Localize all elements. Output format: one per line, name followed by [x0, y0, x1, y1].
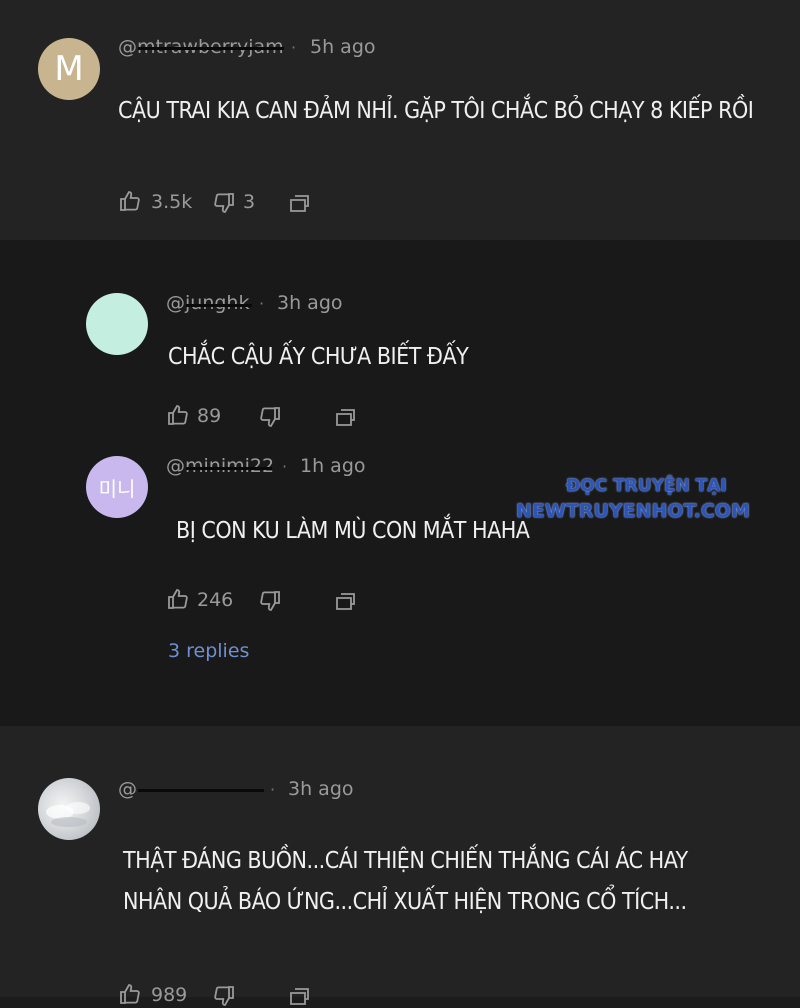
thumbs-up-icon[interactable] — [166, 587, 190, 611]
separator-dot: · — [291, 38, 297, 57]
comment-timestamp: 5h ago — [310, 36, 376, 58]
comment-author-handle[interactable]: @ — [118, 778, 137, 800]
view-replies-link[interactable]: 3 replies — [168, 640, 249, 662]
like-count: 3.5k — [151, 191, 193, 213]
thumbs-up-icon[interactable] — [118, 982, 142, 1006]
separator-dot: · — [270, 780, 276, 799]
reply-text: BỊ CON KU LÀM MÙ CON MẮT HAHA — [176, 518, 530, 544]
comment-timestamp: 3h ago — [288, 778, 354, 800]
reply-icon[interactable] — [334, 405, 358, 429]
thumbs-down-icon[interactable] — [212, 191, 236, 215]
thumbs-down-icon[interactable] — [258, 405, 282, 429]
watermark-line-2: NEWTRUYENHOT.COM — [516, 500, 750, 522]
dislike-count: 3 — [243, 191, 256, 213]
avatar[interactable] — [86, 293, 148, 355]
reply-icon[interactable] — [288, 984, 312, 1008]
avatar[interactable]: M — [38, 38, 100, 100]
thumbs-up-icon[interactable] — [166, 403, 190, 427]
reply-icon[interactable] — [334, 589, 358, 613]
like-count: 89 — [197, 405, 222, 427]
like-count: 989 — [151, 984, 188, 1006]
comment-text: CẬU TRAI KIA CAN ĐẢM NHỈ. GẶP TÔI CHẮC B… — [118, 98, 754, 124]
cloud-icon — [46, 802, 90, 827]
avatar-letter: 미니 — [98, 476, 136, 501]
separator-dot: · — [259, 294, 265, 313]
handle-redaction — [138, 789, 264, 792]
handle-redaction — [186, 304, 252, 307]
reply-author-handle[interactable]: @junghk — [166, 292, 249, 314]
avatar-letter: M — [54, 49, 84, 89]
thumbs-down-icon[interactable] — [258, 589, 282, 613]
thumbs-up-icon[interactable] — [118, 189, 142, 213]
avatar[interactable] — [38, 778, 100, 840]
reply-timestamp: 3h ago — [277, 292, 343, 314]
reply-icon[interactable] — [288, 191, 312, 215]
reply-text: CHẮC CẬU ẤY CHƯA BIẾT ĐẤY — [168, 344, 469, 370]
handle-redaction — [186, 467, 272, 470]
watermark-line-1: ĐỌC TRUYỆN TẠI — [566, 476, 727, 496]
comment-text-line-2: NHÂN QUẢ BÁO ỨNG...CHỈ XUẤT HIỆN TRONG C… — [123, 889, 687, 915]
thumbs-down-icon[interactable] — [212, 984, 236, 1008]
comment-text-line-1: THẬT ĐÁNG BUỒN...CÁI THIỆN CHIẾN THẮNG C… — [123, 848, 688, 874]
reply-author-handle[interactable]: @minimi22 — [166, 455, 274, 477]
handle-redaction — [138, 47, 284, 50]
reply-timestamp: 1h ago — [300, 455, 366, 477]
like-count: 246 — [197, 589, 234, 611]
avatar[interactable]: 미니 — [86, 456, 148, 518]
separator-dot: · — [282, 457, 288, 476]
